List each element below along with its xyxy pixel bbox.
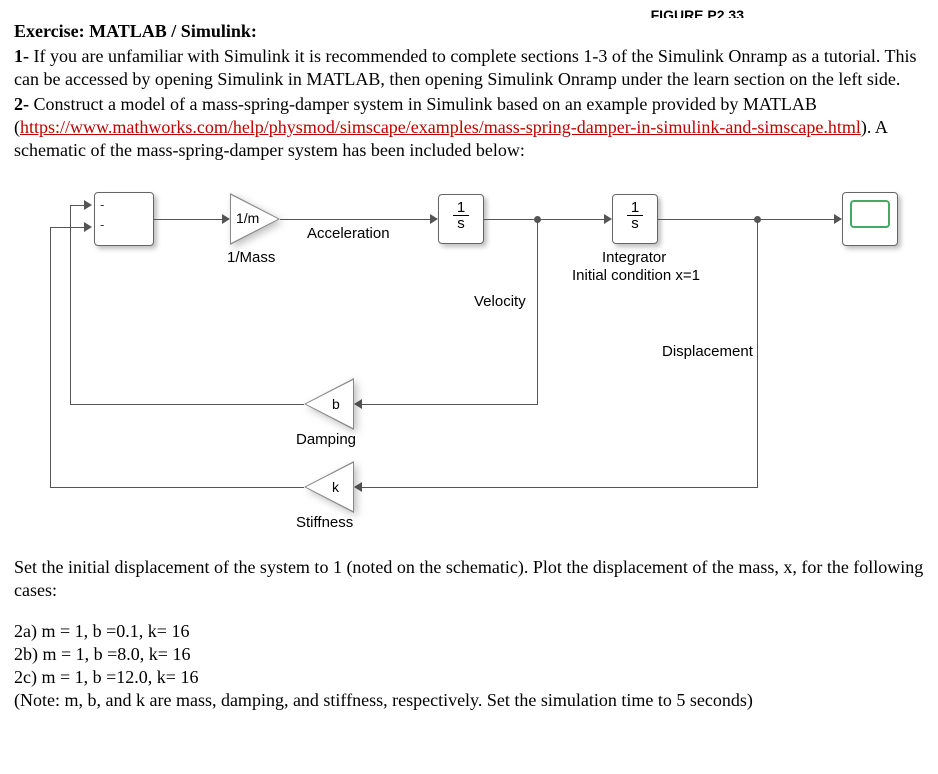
arrow-icon	[430, 214, 438, 224]
p1-lead: 1-	[14, 46, 29, 66]
wire	[50, 487, 304, 488]
p1-body: If you are unfamiliar with Simulink it i…	[14, 46, 917, 89]
wire	[757, 219, 758, 487]
case-2c: 2c) m = 1, b =12.0, k= 16	[14, 666, 924, 689]
paragraph-1: 1- If you are unfamiliar with Simulink i…	[14, 45, 924, 91]
gain-stiffness-label: Stiffness	[296, 513, 353, 532]
simulink-diagram: - - 1/m 1/Mass Acceleration 1 s 1 s Inte…	[14, 172, 924, 552]
wire	[484, 219, 606, 220]
wire	[70, 404, 304, 405]
sum-minus-1: -	[100, 197, 104, 214]
title-text: Exercise: MATLAB / Simulink:	[14, 21, 257, 41]
int2-den: s	[627, 216, 643, 231]
int2-num: 1	[627, 200, 643, 216]
arrow-icon	[222, 214, 230, 224]
scope-screen-icon	[850, 200, 890, 228]
gain-mass-label: 1/Mass	[227, 248, 275, 267]
arrow-icon	[834, 214, 842, 224]
integrator2-fraction: 1 s	[627, 200, 643, 231]
integrator1-fraction: 1 s	[453, 200, 469, 231]
velocity-label: Velocity	[474, 292, 526, 311]
wire	[362, 487, 758, 488]
wire	[50, 227, 51, 488]
integrator2-label1: Integrator	[602, 248, 666, 267]
displacement-label: Displacement	[662, 342, 753, 361]
gain-mass-text: 1/m	[236, 210, 259, 228]
arrow-icon	[604, 214, 612, 224]
wire	[70, 205, 71, 405]
wire	[658, 219, 836, 220]
sum-minus-2: -	[100, 217, 104, 234]
wire	[50, 227, 86, 228]
figure-caption: FIGURE P2.33	[14, 6, 924, 18]
wire	[280, 219, 432, 220]
int1-den: s	[453, 216, 469, 231]
integrator2-label2: Initial condition x=1	[572, 266, 700, 285]
p2-lead: 2-	[14, 94, 29, 114]
integrator2-block: 1 s	[612, 194, 658, 244]
cases-list: 2a) m = 1, b =0.1, k= 16 2b) m = 1, b =8…	[14, 620, 924, 712]
case-2a: 2a) m = 1, b =0.1, k= 16	[14, 620, 924, 643]
after-diagram-text: Set the initial displacement of the syst…	[14, 556, 924, 602]
arrow-icon	[84, 222, 92, 232]
arrow-icon	[354, 482, 362, 492]
wire	[154, 219, 224, 220]
exercise-title: Exercise: MATLAB / Simulink:	[14, 20, 924, 43]
mathworks-link[interactable]: https://www.mathworks.com/help/physmod/s…	[20, 117, 861, 137]
arrow-icon	[354, 399, 362, 409]
paragraph-2: 2- Construct a model of a mass-spring-da…	[14, 93, 924, 162]
arrow-icon	[84, 200, 92, 210]
wire	[537, 219, 538, 404]
integrator1-block: 1 s	[438, 194, 484, 244]
acceleration-label: Acceleration	[307, 224, 390, 243]
cases-note: (Note: m, b, and k are mass, damping, an…	[14, 689, 924, 712]
int1-num: 1	[453, 200, 469, 216]
gain-damping-label: Damping	[296, 430, 356, 449]
wire	[362, 404, 538, 405]
case-2b: 2b) m = 1, b =8.0, k= 16	[14, 643, 924, 666]
gain-damping-text: b	[332, 396, 340, 414]
gain-stiffness-text: k	[332, 479, 339, 497]
